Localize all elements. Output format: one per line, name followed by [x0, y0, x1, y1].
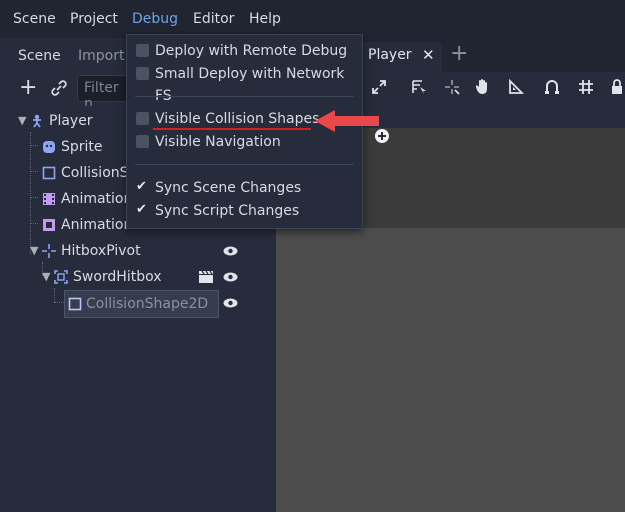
menu-item-label: Small Deploy with Network FS — [155, 66, 345, 104]
collision-shape-icon — [42, 166, 56, 180]
animation-player-icon — [43, 193, 55, 205]
menu-item-label: Deploy with Remote Debug — [155, 43, 348, 59]
menu-item-label: Visible Collision Shapes — [155, 111, 320, 127]
clapper-icon[interactable] — [198, 270, 214, 284]
lock-icon[interactable] — [609, 79, 625, 95]
checkbox[interactable] — [136, 44, 149, 57]
menu-editor[interactable]: Editor — [193, 11, 234, 27]
add-node-icon[interactable]: + — [19, 77, 37, 99]
checkbox[interactable] — [136, 67, 149, 80]
checkmark-icon[interactable]: ✔ — [136, 199, 149, 217]
annotation-underline — [153, 128, 311, 130]
menu-separator — [135, 96, 354, 97]
close-icon[interactable]: ✕ — [422, 46, 435, 64]
animation-tree-icon — [43, 219, 55, 231]
menu-item-label: Visible Navigation — [155, 134, 281, 150]
menu-item-small-deploy-network-fs[interactable]: Small Deploy with Network FS — [127, 63, 362, 104]
node-label: Sprite — [61, 139, 103, 155]
menu-item-visible-navigation[interactable]: Visible Navigation — [127, 131, 362, 153]
annotation-arrow-icon — [315, 110, 379, 132]
visibility-eye-icon[interactable] — [223, 246, 238, 256]
node-label: SwordHitbox — [73, 269, 162, 285]
menu-item-deploy-remote-debug[interactable]: Deploy with Remote Debug — [127, 40, 362, 62]
checkbox[interactable] — [136, 112, 149, 125]
menu-separator — [135, 164, 354, 165]
filter-input[interactable]: Filter n — [77, 75, 129, 112]
menu-scene[interactable]: Scene — [13, 11, 56, 27]
position2d-icon — [42, 244, 56, 258]
menu-item-sync-script-changes[interactable]: ✔ Sync Script Changes — [127, 200, 362, 222]
collapse-arrow-icon[interactable]: ▼ — [30, 238, 38, 264]
snap-magnet-icon[interactable] — [544, 79, 560, 95]
visibility-eye-icon[interactable] — [223, 298, 238, 308]
add-tab-icon[interactable]: + — [450, 41, 468, 66]
pan-hand-icon[interactable] — [475, 78, 491, 95]
node-label: Animation — [61, 191, 133, 207]
link-icon[interactable] — [51, 80, 67, 96]
fit-expand-icon[interactable] — [371, 79, 387, 95]
player-node-icon — [33, 114, 41, 128]
menu-item-label: Sync Script Changes — [155, 203, 300, 219]
tab-scene[interactable]: Scene — [9, 42, 70, 72]
collapse-arrow-icon[interactable]: ▼ — [42, 264, 50, 290]
ruler-icon[interactable] — [508, 79, 524, 95]
pivot-icon[interactable] — [444, 79, 460, 95]
tree-row-collisionshape2d[interactable]: CollisionShape2D — [64, 290, 219, 318]
sprite-icon — [43, 141, 55, 153]
node-label: HitboxPivot — [61, 243, 141, 259]
node-label: Player — [49, 113, 93, 129]
menu-item-label: Sync Scene Changes — [155, 180, 302, 196]
list-select-icon[interactable] — [411, 79, 427, 95]
menu-bar: Scene Project Debug Editor Help — [0, 0, 625, 38]
menu-debug[interactable]: Debug — [132, 11, 178, 27]
node-label: CollisionShape2D — [86, 296, 209, 312]
checkbox[interactable] — [136, 135, 149, 148]
tab-import[interactable]: Import — [69, 42, 133, 72]
menu-help[interactable]: Help — [249, 11, 281, 27]
menu-project[interactable]: Project — [70, 11, 118, 27]
grid-snap-icon[interactable] — [578, 79, 594, 95]
tab-label: Player — [368, 47, 412, 63]
visibility-eye-icon[interactable] — [223, 272, 238, 282]
menu-item-sync-scene-changes[interactable]: ✔ Sync Scene Changes — [127, 177, 362, 199]
checkmark-icon[interactable]: ✔ — [136, 176, 149, 194]
collapse-arrow-icon[interactable]: ▼ — [18, 108, 26, 134]
collision-shape-icon — [68, 297, 82, 311]
node-label: CollisionS — [61, 165, 129, 181]
area2d-icon — [54, 270, 68, 284]
